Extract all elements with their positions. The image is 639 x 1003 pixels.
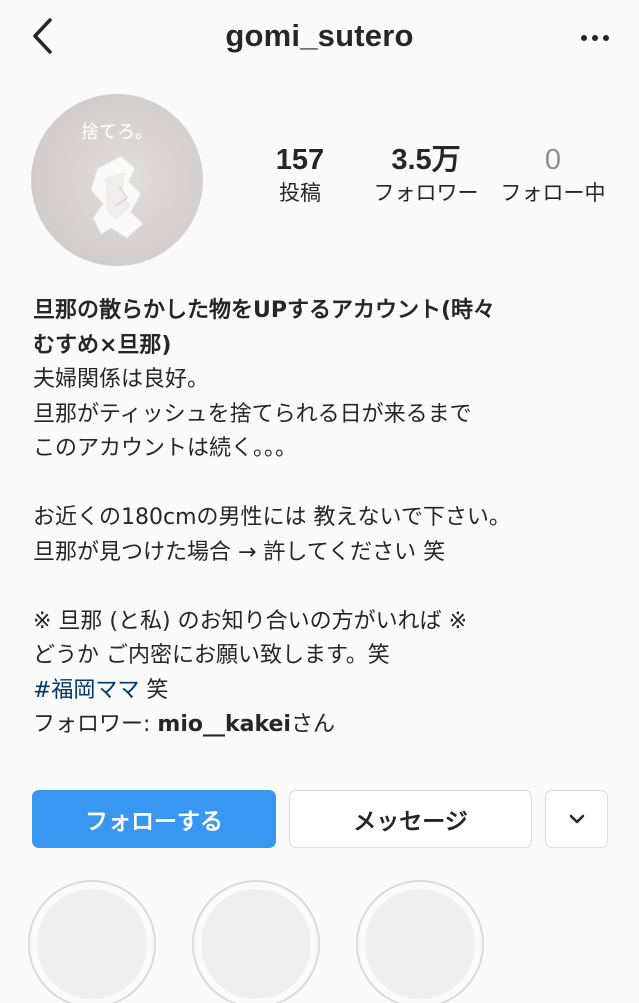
bio-hashtag-line: #福岡ママ 笑 bbox=[33, 674, 613, 709]
bio-line: 旦那が見つけた場合 → 許してください 笑 bbox=[33, 539, 446, 565]
followed-by-suffix: さん bbox=[290, 712, 335, 737]
chevron-down-icon bbox=[569, 814, 584, 824]
bio-name-line-1: 旦那の散らかした物をUPするアカウント(時々 bbox=[33, 298, 496, 323]
stat-following[interactable]: 0 フォロー中 bbox=[494, 142, 612, 208]
avatar-text: 捨てろ。 bbox=[81, 122, 153, 143]
followed-by-prefix: フォロワー: bbox=[33, 712, 158, 737]
profile-avatar[interactable]: 捨てろ。 bbox=[31, 94, 203, 266]
story-highlight-cover bbox=[201, 889, 311, 999]
bio-name-line-2: むすめ×旦那) bbox=[33, 332, 172, 358]
stat-followers[interactable]: 3.5万 フォロワー bbox=[368, 142, 484, 208]
bio-line: お近くの180cmの男性には 教えないで下さい。 bbox=[33, 505, 511, 530]
profile-bio: 旦那の散らかした物をUPするアカウント(時々 むすめ×旦那) 夫婦関係は良好。 … bbox=[33, 294, 613, 743]
bio-line: 旦那がティッシュを捨てられる日が来るまで bbox=[33, 401, 472, 427]
message-button[interactable]: メッセージ bbox=[289, 790, 532, 848]
hashtag-link[interactable]: #福岡ママ bbox=[33, 678, 139, 703]
following-label: フォロー中 bbox=[500, 181, 606, 205]
stat-posts[interactable]: 157 投稿 bbox=[258, 142, 342, 208]
followers-label: フォロワー bbox=[373, 181, 479, 205]
bio-line: このアカウントは続く。。。 bbox=[33, 436, 298, 461]
posts-label: 投稿 bbox=[279, 181, 321, 205]
story-highlight[interactable] bbox=[28, 880, 156, 1003]
bio-blank-line bbox=[33, 467, 613, 502]
bio-line: 夫婦関係は良好。 bbox=[33, 367, 210, 392]
followed-by-user-link[interactable]: mio__kakei bbox=[157, 712, 291, 737]
story-highlight-cover bbox=[365, 889, 475, 999]
follow-button[interactable]: フォローする bbox=[32, 790, 276, 848]
story-highlight[interactable] bbox=[192, 880, 320, 1003]
tissue-image bbox=[90, 155, 144, 239]
profile-header: gomi_sutero bbox=[0, 0, 639, 78]
bio-line: どうか ご内密にお願い致します。笑 bbox=[33, 643, 390, 668]
followed-by-line: フォロワー: mio__kakeiさん bbox=[33, 708, 613, 743]
story-highlight-cover bbox=[37, 889, 147, 999]
bio-line: ※ 旦那 (と私) のお知り合いの方がいれば ※ bbox=[33, 608, 468, 634]
more-horizontal-icon bbox=[581, 35, 587, 41]
profile-username: gomi_sutero bbox=[225, 18, 414, 53]
followers-count: 3.5万 bbox=[391, 144, 461, 176]
suggested-accounts-button[interactable] bbox=[545, 790, 608, 848]
more-options-button[interactable] bbox=[571, 20, 619, 56]
bio-blank-line bbox=[33, 570, 613, 605]
story-highlight[interactable] bbox=[356, 880, 484, 1003]
hashtag-suffix: 笑 bbox=[139, 677, 169, 703]
following-count: 0 bbox=[544, 144, 562, 176]
posts-count: 157 bbox=[275, 144, 325, 176]
